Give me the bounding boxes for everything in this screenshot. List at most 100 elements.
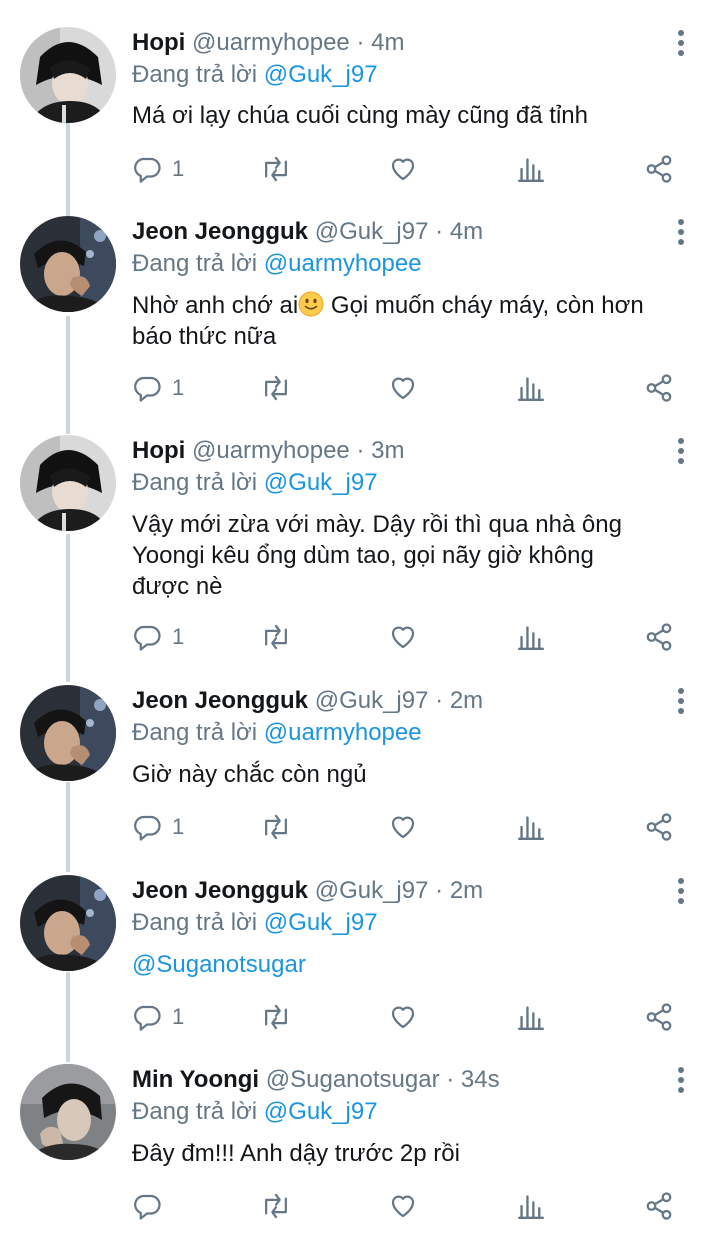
tweet-actions: 1 — [132, 809, 692, 845]
analytics-icon — [518, 373, 544, 403]
more-vertical-icon[interactable] — [672, 687, 690, 715]
replying-to-label: Đang trả lời — [132, 469, 258, 496]
share-button[interactable] — [644, 999, 674, 1035]
display-name[interactable]: Hopi — [132, 29, 185, 56]
avatar[interactable] — [20, 685, 116, 781]
analytics-icon — [518, 154, 544, 184]
timestamp[interactable]: 3m — [371, 437, 404, 464]
share-button[interactable] — [644, 151, 674, 187]
like-button[interactable] — [388, 619, 418, 655]
tweet-actions: 1 — [132, 999, 692, 1035]
analytics-button[interactable] — [518, 370, 544, 406]
timestamp[interactable]: 4m — [371, 29, 404, 56]
reply-button[interactable]: 1 — [132, 370, 184, 406]
share-icon — [644, 1191, 674, 1221]
reply-button[interactable] — [132, 1188, 172, 1224]
reply-icon — [132, 1191, 162, 1221]
display-name[interactable]: Min Yoongi — [132, 1066, 259, 1093]
reply-button[interactable]: 1 — [132, 151, 184, 187]
tweet[interactable]: Jeon Jeongguk @Guk_j97 · 2m Đang trả lời… — [0, 875, 719, 1063]
reply-mention-link[interactable]: @uarmyhopee — [264, 719, 422, 746]
analytics-button[interactable] — [518, 1188, 544, 1224]
avatar[interactable] — [20, 216, 116, 312]
tweet-header: Min Yoongi @Suganotsugar · 34s — [132, 1064, 500, 1096]
reply-count: 1 — [172, 814, 185, 839]
display-name[interactable]: Jeon Jeongguk — [132, 877, 308, 904]
tweet-text-line: Giờ này chắc còn ngủ — [132, 761, 367, 788]
more-vertical-icon[interactable] — [672, 1066, 690, 1094]
retweet-button[interactable] — [260, 370, 292, 406]
reply-button[interactable]: 1 — [132, 619, 184, 655]
heart-icon — [388, 812, 418, 842]
avatar[interactable] — [20, 875, 116, 971]
tweet[interactable]: Hopi @uarmyhopee · 3m Đang trả lời @Guk_… — [0, 435, 719, 683]
retweet-button[interactable] — [260, 151, 292, 187]
like-button[interactable] — [388, 1188, 418, 1224]
more-vertical-icon[interactable] — [672, 29, 690, 57]
analytics-button[interactable] — [518, 151, 544, 187]
more-vertical-icon[interactable] — [672, 437, 690, 465]
display-name[interactable]: Jeon Jeongguk — [132, 687, 308, 714]
reply-icon — [132, 154, 162, 184]
retweet-button[interactable] — [260, 999, 292, 1035]
analytics-icon — [518, 1191, 544, 1221]
timestamp[interactable]: 2m — [450, 877, 483, 904]
more-vertical-icon[interactable] — [672, 218, 690, 246]
tweet-text: Giờ này chắc còn ngủ — [132, 759, 692, 790]
replying-to: Đang trả lời @Guk_j97 — [132, 467, 378, 499]
reply-mention-link[interactable]: @Guk_j97 — [264, 909, 378, 936]
tweet[interactable]: Hopi @uarmyhopee · 4m Đang trả lời @Guk_… — [0, 27, 719, 217]
more-vertical-icon[interactable] — [672, 877, 690, 905]
user-handle[interactable]: @Guk_j97 — [315, 687, 429, 714]
timestamp[interactable]: 34s — [461, 1066, 500, 1093]
retweet-button[interactable] — [260, 809, 292, 845]
retweet-icon — [260, 812, 292, 842]
tweet[interactable]: Jeon Jeongguk @Guk_j97 · 2m Đang trả lời… — [0, 685, 719, 873]
retweet-button[interactable] — [260, 619, 292, 655]
like-button[interactable] — [388, 151, 418, 187]
share-icon — [644, 812, 674, 842]
tweet-actions: 1 — [132, 370, 692, 406]
user-handle[interactable]: @Guk_j97 — [315, 218, 429, 245]
share-button[interactable] — [644, 809, 674, 845]
mention-link[interactable]: @Suganotsugar — [132, 951, 306, 978]
share-button[interactable] — [644, 1188, 674, 1224]
share-button[interactable] — [644, 370, 674, 406]
retweet-button[interactable] — [260, 1188, 292, 1224]
separator-dot: · — [356, 437, 365, 464]
reply-button[interactable]: 1 — [132, 999, 184, 1035]
analytics-button[interactable] — [518, 619, 544, 655]
like-button[interactable] — [388, 370, 418, 406]
share-icon — [644, 622, 674, 652]
avatar[interactable] — [20, 27, 116, 123]
like-button[interactable] — [388, 999, 418, 1035]
like-button[interactable] — [388, 809, 418, 845]
reply-count: 1 — [172, 375, 185, 400]
tweet[interactable]: Jeon Jeongguk @Guk_j97 · 4m Đang trả lời… — [0, 216, 719, 434]
avatar[interactable] — [20, 435, 116, 531]
reply-button[interactable]: 1 — [132, 809, 184, 845]
analytics-button[interactable] — [518, 999, 544, 1035]
reply-icon — [132, 1002, 162, 1032]
user-handle[interactable]: @Guk_j97 — [315, 877, 429, 904]
user-handle[interactable]: @uarmyhopee — [192, 29, 350, 56]
user-handle[interactable]: @Suganotsugar — [266, 1066, 440, 1093]
display-name[interactable]: Hopi — [132, 437, 185, 464]
timestamp[interactable]: 4m — [450, 218, 483, 245]
avatar[interactable] — [20, 1064, 116, 1160]
tweet-text: Đây đm!!! Anh dậy trước 2p rồi — [132, 1138, 692, 1169]
separator-dot: · — [356, 29, 365, 56]
user-handle[interactable]: @uarmyhopee — [192, 437, 350, 464]
timestamp[interactable]: 2m — [450, 687, 483, 714]
share-button[interactable] — [644, 619, 674, 655]
display-name[interactable]: Jeon Jeongguk — [132, 218, 308, 245]
tweet-text-segment: Gọi muốn cháy máy, còn hơn — [324, 292, 644, 319]
reply-mention-link[interactable]: @Guk_j97 — [264, 61, 378, 88]
reply-icon — [132, 622, 162, 652]
reply-count: 1 — [172, 1004, 185, 1029]
reply-mention-link[interactable]: @Guk_j97 — [264, 469, 378, 496]
analytics-button[interactable] — [518, 809, 544, 845]
reply-mention-link[interactable]: @Guk_j97 — [264, 1098, 378, 1125]
tweet[interactable]: Min Yoongi @Suganotsugar · 34s Đang trả … — [0, 1064, 719, 1236]
reply-mention-link[interactable]: @uarmyhopee — [264, 250, 422, 277]
